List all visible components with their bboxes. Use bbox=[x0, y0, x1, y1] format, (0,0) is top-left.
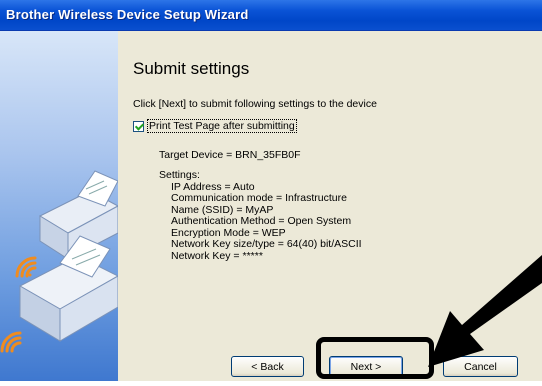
back-button[interactable]: < Back bbox=[231, 356, 304, 377]
target-device-text: Target Device = BRN_35FB0F bbox=[159, 149, 301, 161]
next-button-highlight bbox=[316, 337, 434, 379]
wizard-window: Brother Wireless Device Setup Wizard Sub… bbox=[0, 0, 542, 381]
setting-item: Communication mode = Infrastructure bbox=[171, 192, 347, 204]
page-heading: Submit settings bbox=[133, 59, 250, 78]
wizard-side-panel bbox=[0, 31, 120, 381]
setting-item: Authentication Method = Open System bbox=[171, 215, 352, 227]
setting-item: Network Key size/type = 64(40) bit/ASCII bbox=[171, 238, 362, 250]
wireless-signal-icon-2 bbox=[0, 331, 22, 353]
window-title: Brother Wireless Device Setup Wizard bbox=[6, 7, 249, 22]
cancel-button[interactable]: Cancel bbox=[443, 356, 518, 377]
instruction-text: Click [Next] to submit following setting… bbox=[133, 98, 377, 110]
wireless-signal-icon bbox=[15, 256, 37, 278]
checkbox-box[interactable] bbox=[133, 120, 144, 132]
wizard-content: Submit settings Click [Next] to submit f… bbox=[119, 31, 542, 381]
printer-illustration bbox=[0, 170, 120, 353]
printer-front-icon bbox=[18, 235, 120, 342]
settings-header: Settings: bbox=[159, 169, 200, 181]
title-bar: Brother Wireless Device Setup Wizard bbox=[0, 0, 542, 31]
settings-list: Settings: IP Address = Auto Communicatio… bbox=[159, 169, 362, 262]
checkbox-label[interactable]: Print Test Page after submitting bbox=[147, 119, 297, 133]
setting-item: Network Key = ***** bbox=[171, 249, 263, 262]
print-test-page-checkbox[interactable]: Print Test Page after submitting bbox=[133, 119, 297, 133]
